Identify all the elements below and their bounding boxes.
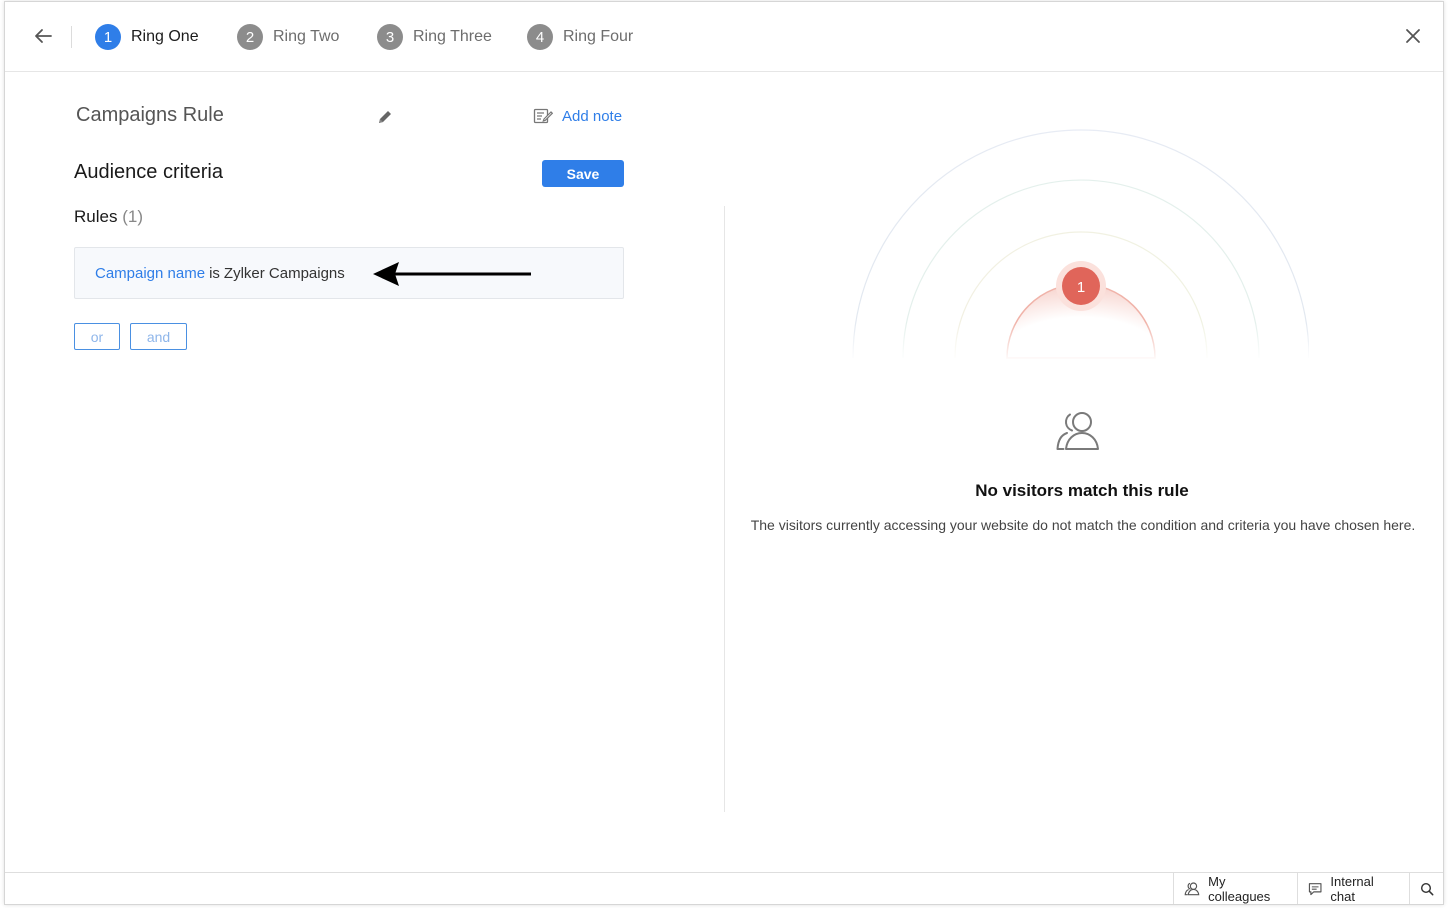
step-label: Ring Two xyxy=(273,28,340,45)
step-number: 3 xyxy=(377,24,403,50)
add-note-label: Add note xyxy=(562,107,623,125)
add-note-button[interactable]: Add note xyxy=(533,107,622,125)
chat-icon xyxy=(1308,882,1322,895)
step-number: 2 xyxy=(237,24,263,50)
people-icon xyxy=(1056,412,1099,450)
empty-state-title: No visitors match this rule xyxy=(975,481,1189,500)
close-icon[interactable] xyxy=(1401,24,1425,48)
rule-condition[interactable]: Campaign name is Zylker Campaigns xyxy=(74,247,624,299)
or-button[interactable]: or xyxy=(74,323,120,350)
and-button[interactable]: and xyxy=(130,323,187,350)
step-ring-four[interactable]: 4 Ring Four xyxy=(527,23,633,51)
internal-chat-label: Internal chat xyxy=(1330,873,1374,904)
save-button[interactable]: Save xyxy=(542,160,624,187)
rules-count: (1) xyxy=(122,207,143,226)
step-ring-one[interactable]: 1 Ring One xyxy=(95,23,199,51)
back-arrow-icon[interactable] xyxy=(31,24,55,48)
search-icon xyxy=(1420,882,1433,895)
annotation-arrow-icon xyxy=(373,262,531,286)
condition-field[interactable]: Campaign name xyxy=(95,265,205,282)
ring-visualization: 1 xyxy=(845,129,1309,362)
pencil-icon[interactable] xyxy=(375,107,395,127)
people-icon xyxy=(1184,882,1200,896)
rule-name: Campaigns Rule xyxy=(76,104,224,126)
rule-editor-window: 1 Ring One 2 Ring Two 3 Ring Three 4 Rin… xyxy=(4,1,1444,905)
ring-badge-count: 1 xyxy=(1077,279,1085,296)
pane-divider xyxy=(724,206,725,812)
condition-operator: is xyxy=(209,264,220,282)
rules-heading: Rules (1) xyxy=(74,207,143,227)
step-label: Ring Four xyxy=(563,28,634,45)
step-label: Ring One xyxy=(131,28,199,45)
step-number: 1 xyxy=(95,24,121,50)
step-number: 4 xyxy=(527,24,553,50)
my-colleagues-label: My colleagues xyxy=(1208,873,1271,904)
note-icon xyxy=(533,108,553,124)
divider xyxy=(71,26,72,48)
status-bar: My colleagues Internal chat xyxy=(5,872,1443,904)
audience-criteria-title: Audience criteria xyxy=(74,161,223,183)
search-button[interactable] xyxy=(1409,873,1443,904)
step-ring-two[interactable]: 2 Ring Two xyxy=(237,23,339,51)
rules-label: Rules xyxy=(74,207,118,226)
internal-chat-button[interactable]: Internal chat xyxy=(1297,873,1409,904)
step-ring-three[interactable]: 3 Ring Three xyxy=(377,23,492,51)
stepper-bar: 1 Ring One 2 Ring Two 3 Ring Three 4 Rin… xyxy=(5,2,1443,72)
empty-state-description: The visitors currently accessing your we… xyxy=(750,517,1416,533)
condition-value: Zylker Campaigns xyxy=(223,264,345,282)
my-colleagues-button[interactable]: My colleagues xyxy=(1173,873,1297,904)
step-label: Ring Three xyxy=(413,28,492,45)
